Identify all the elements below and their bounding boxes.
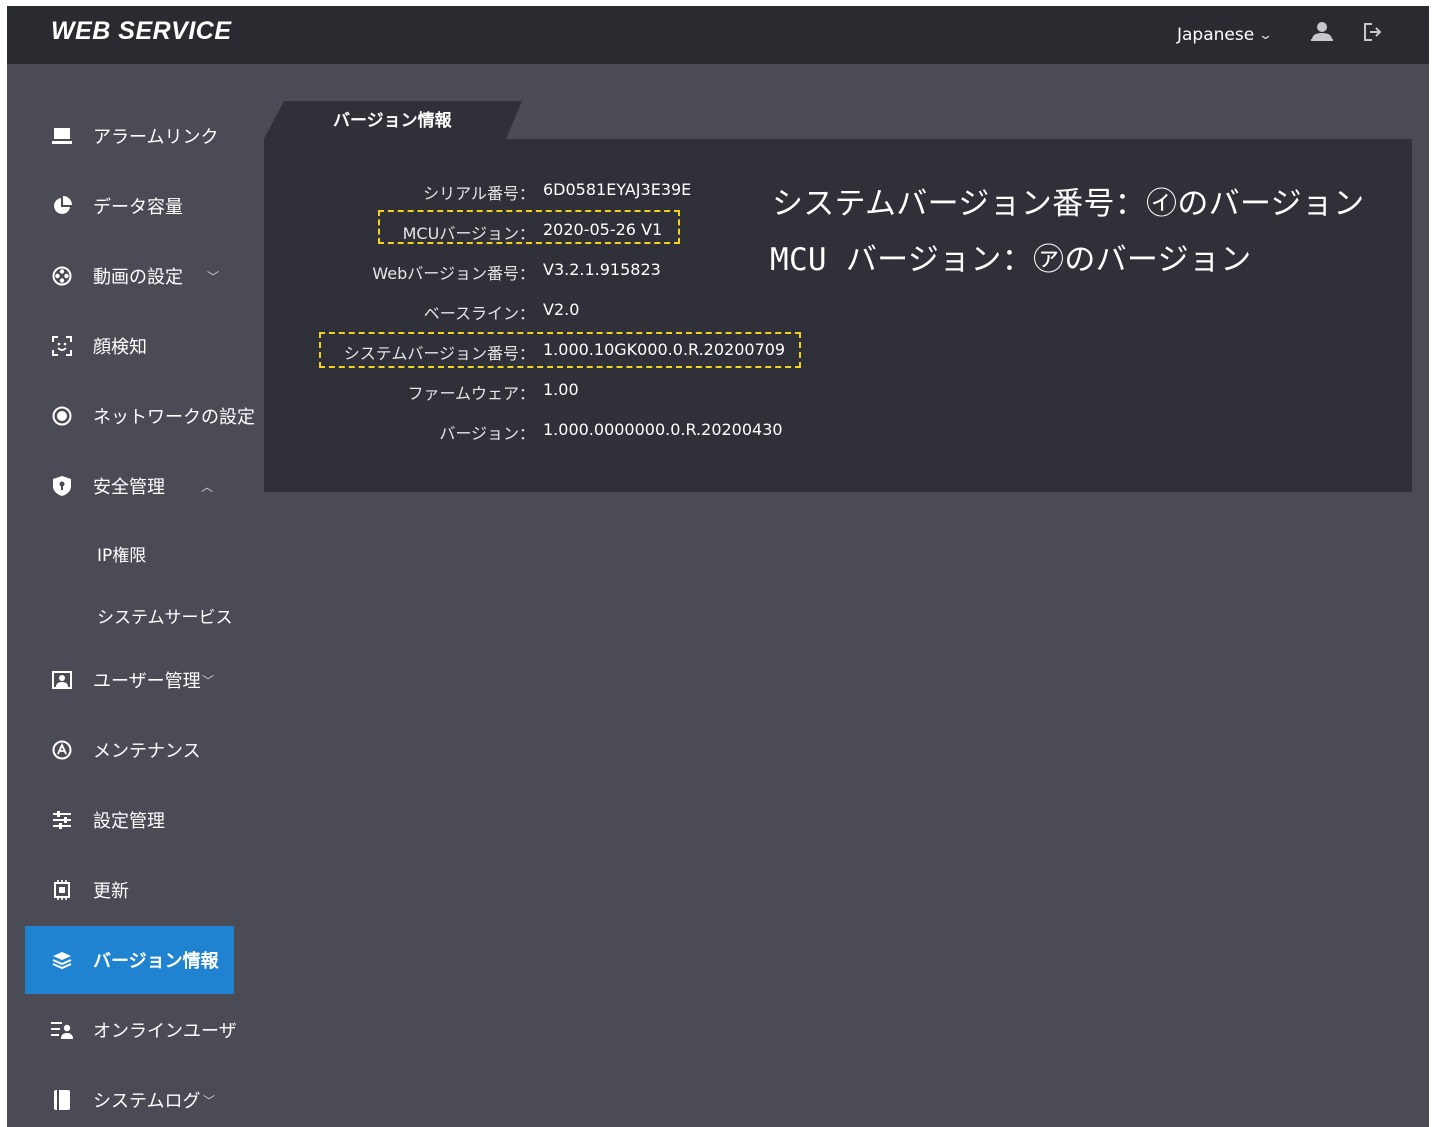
firmware-label: ファームウェア： (407, 384, 535, 403)
annotation-mcu-version: MCU バージョン：㋐のバージョン (770, 242, 1252, 278)
serial-value: 6D0581EYAJ3E39E (543, 180, 692, 199)
web-version-label: Webバージョン番号： (372, 264, 535, 283)
maintenance-icon (51, 739, 73, 761)
sidebar-item-label: システムログ (93, 1091, 201, 1112)
sidebar-item-user-management[interactable]: ユーザー管理 ﹀ (25, 646, 234, 714)
sidebar-item-label: 動画の設定 (93, 267, 183, 288)
firmware-value: 1.00 (543, 380, 579, 399)
app-window: WEB SERVICE Japanese ⌄ アラームリンク データ容量 動画の… (7, 6, 1429, 1127)
logout-icon[interactable] (1363, 22, 1383, 42)
sidebar-item-label: 設定管理 (93, 811, 165, 832)
chip-icon (51, 879, 73, 901)
sidebar-item-label: 安全管理 (93, 477, 165, 498)
sidebar-item-label: オンラインユーザ (93, 1021, 237, 1042)
shield-icon (51, 475, 73, 497)
chevron-down-icon: ﹀ (203, 1093, 216, 1108)
tab-label: バージョン情報 (333, 111, 452, 131)
online-users-icon (51, 1019, 73, 1041)
sidebar-item-system-log[interactable]: システムログ ﹀ (25, 1066, 234, 1127)
user-card-icon (51, 669, 73, 691)
sidebar-item-label: データ容量 (93, 197, 183, 218)
sidebar-item-data-capacity[interactable]: データ容量 (25, 172, 234, 240)
sidebar-item-online-users[interactable]: オンラインユーザ (25, 996, 237, 1064)
sidebar-subitem-system-service[interactable]: システムサービス (97, 603, 233, 628)
pie-chart-icon (51, 195, 73, 217)
chevron-down-icon: ﹀ (207, 269, 220, 284)
sidebar-nav: アラームリンク データ容量 動画の設定 ﹀ 顔検知 ネットワークの設定 安全管理… (7, 64, 257, 1127)
chevron-up-icon: ︿ (201, 479, 214, 494)
sliders-icon (51, 809, 73, 831)
serial-label: シリアル番号： (423, 184, 535, 203)
face-scan-icon (51, 335, 73, 357)
system-version-highlight-box (319, 332, 801, 368)
network-globe-icon (51, 405, 73, 427)
sidebar-item-label: メンテナンス (93, 741, 201, 762)
baseline-label: ベースライン： (423, 304, 535, 323)
sidebar-item-network-settings[interactable]: ネットワークの設定 (25, 382, 255, 450)
sidebar-item-maintenance[interactable]: メンテナンス (25, 716, 234, 784)
sidebar-item-label: 顔検知 (93, 337, 147, 358)
sidebar-item-version-info[interactable]: バージョン情報 (25, 926, 234, 994)
sidebar-item-label: 更新 (93, 881, 129, 902)
sidebar-item-label: ネットワークの設定 (93, 407, 255, 428)
sidebar-item-update[interactable]: 更新 (25, 856, 234, 924)
film-reel-icon (51, 265, 73, 287)
mcu-highlight-box (378, 210, 680, 244)
annotation-system-version: システムバージョン番号：㋑のバージョン (772, 186, 1365, 222)
monitor-icon (51, 125, 73, 147)
sidebar-item-label: アラームリンク (93, 127, 219, 148)
chevron-down-icon: ﹀ (202, 673, 215, 688)
web-version-value: V3.2.1.915823 (543, 260, 661, 279)
baseline-value: V2.0 (543, 300, 580, 319)
version-label: バージョン： (439, 424, 535, 443)
user-icon[interactable] (1311, 21, 1333, 41)
sidebar-item-config-management[interactable]: 設定管理 (25, 786, 234, 854)
app-logo: WEB SERVICE (51, 17, 232, 45)
version-value: 1.000.0000000.0.R.20200430 (543, 420, 783, 439)
sidebar-item-security[interactable]: 安全管理 ︿ (25, 452, 234, 520)
language-select[interactable]: Japanese ⌄ (1177, 25, 1274, 45)
sidebar-item-alarm-link[interactable]: アラームリンク (25, 102, 234, 170)
sidebar-item-label: バージョン情報 (93, 951, 219, 972)
chevron-down-icon: ⌄ (1258, 27, 1274, 43)
top-bar: WEB SERVICE Japanese ⌄ (7, 6, 1429, 64)
sidebar-item-label: ユーザー管理 (93, 671, 201, 692)
language-label: Japanese (1177, 25, 1255, 45)
sidebar-item-video-settings[interactable]: 動画の設定 ﹀ (25, 242, 234, 310)
sidebar-item-face-detect[interactable]: 顔検知 (25, 312, 234, 380)
log-book-icon (51, 1089, 73, 1111)
layers-icon (51, 949, 73, 971)
sidebar-subitem-ip-permission[interactable]: IP権限 (97, 541, 146, 566)
